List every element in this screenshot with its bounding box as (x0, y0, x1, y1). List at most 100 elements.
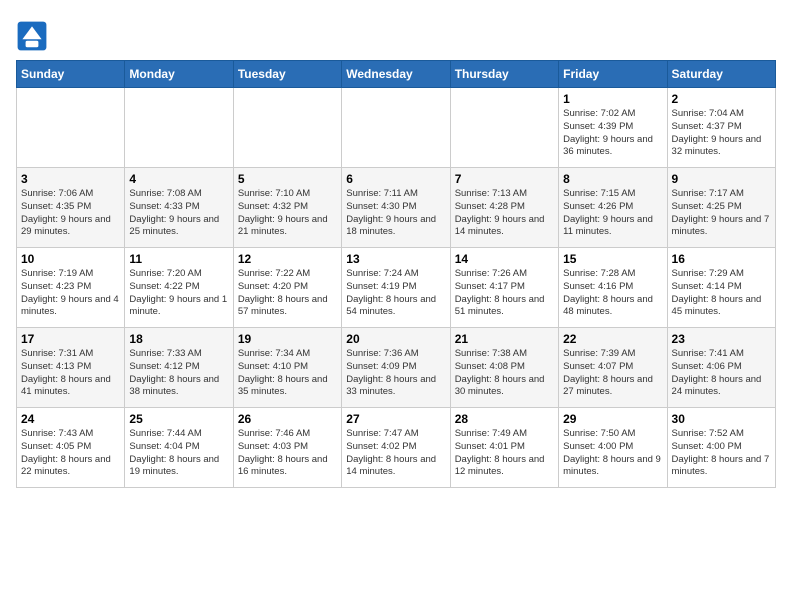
day-number: 20 (346, 332, 445, 346)
day-number: 26 (238, 412, 337, 426)
calendar-cell (17, 88, 125, 168)
calendar-cell: 10 Sunrise: 7:19 AM Sunset: 4:23 PM Dayli… (17, 248, 125, 328)
day-info: Sunrise: 7:15 AM Sunset: 4:26 PM Dayligh… (563, 188, 662, 239)
day-info: Sunrise: 7:11 AM Sunset: 4:30 PM Dayligh… (346, 188, 445, 239)
day-info: Sunrise: 7:31 AM Sunset: 4:13 PM Dayligh… (21, 348, 120, 399)
day-number: 11 (129, 252, 228, 266)
day-info: Sunrise: 7:24 AM Sunset: 4:19 PM Dayligh… (346, 268, 445, 319)
day-info: Sunrise: 7:06 AM Sunset: 4:35 PM Dayligh… (21, 188, 120, 239)
day-number: 14 (455, 252, 554, 266)
calendar-cell: 2 Sunrise: 7:04 AM Sunset: 4:37 PM Daylig… (667, 88, 775, 168)
day-info: Sunrise: 7:08 AM Sunset: 4:33 PM Dayligh… (129, 188, 228, 239)
day-info: Sunrise: 7:33 AM Sunset: 4:12 PM Dayligh… (129, 348, 228, 399)
day-number: 15 (563, 252, 662, 266)
calendar-cell: 21 Sunrise: 7:38 AM Sunset: 4:08 PM Dayli… (450, 328, 558, 408)
calendar-cell: 12 Sunrise: 7:22 AM Sunset: 4:20 PM Dayli… (233, 248, 341, 328)
day-info: Sunrise: 7:38 AM Sunset: 4:08 PM Dayligh… (455, 348, 554, 399)
calendar-cell (450, 88, 558, 168)
calendar-cell: 22 Sunrise: 7:39 AM Sunset: 4:07 PM Dayli… (559, 328, 667, 408)
weekday-header: Tuesday (233, 61, 341, 88)
day-number: 7 (455, 172, 554, 186)
calendar-cell: 8 Sunrise: 7:15 AM Sunset: 4:26 PM Daylig… (559, 168, 667, 248)
calendar-cell: 16 Sunrise: 7:29 AM Sunset: 4:14 PM Dayli… (667, 248, 775, 328)
day-info: Sunrise: 7:52 AM Sunset: 4:00 PM Dayligh… (672, 428, 771, 479)
day-number: 1 (563, 92, 662, 106)
logo (16, 20, 52, 52)
day-number: 27 (346, 412, 445, 426)
day-number: 22 (563, 332, 662, 346)
day-number: 13 (346, 252, 445, 266)
weekday-header: Thursday (450, 61, 558, 88)
day-number: 12 (238, 252, 337, 266)
day-info: Sunrise: 7:26 AM Sunset: 4:17 PM Dayligh… (455, 268, 554, 319)
calendar-cell: 25 Sunrise: 7:44 AM Sunset: 4:04 PM Dayli… (125, 408, 233, 488)
day-number: 17 (21, 332, 120, 346)
day-info: Sunrise: 7:20 AM Sunset: 4:22 PM Dayligh… (129, 268, 228, 319)
day-number: 24 (21, 412, 120, 426)
day-info: Sunrise: 7:34 AM Sunset: 4:10 PM Dayligh… (238, 348, 337, 399)
day-info: Sunrise: 7:41 AM Sunset: 4:06 PM Dayligh… (672, 348, 771, 399)
calendar-cell (233, 88, 341, 168)
day-number: 3 (21, 172, 120, 186)
day-info: Sunrise: 7:19 AM Sunset: 4:23 PM Dayligh… (21, 268, 120, 319)
calendar-cell: 9 Sunrise: 7:17 AM Sunset: 4:25 PM Daylig… (667, 168, 775, 248)
day-info: Sunrise: 7:39 AM Sunset: 4:07 PM Dayligh… (563, 348, 662, 399)
calendar-cell: 5 Sunrise: 7:10 AM Sunset: 4:32 PM Daylig… (233, 168, 341, 248)
calendar-cell: 3 Sunrise: 7:06 AM Sunset: 4:35 PM Daylig… (17, 168, 125, 248)
calendar-cell: 19 Sunrise: 7:34 AM Sunset: 4:10 PM Dayli… (233, 328, 341, 408)
day-info: Sunrise: 7:44 AM Sunset: 4:04 PM Dayligh… (129, 428, 228, 479)
weekday-header: Friday (559, 61, 667, 88)
day-number: 25 (129, 412, 228, 426)
day-number: 23 (672, 332, 771, 346)
calendar-table: SundayMondayTuesdayWednesdayThursdayFrid… (16, 60, 776, 488)
day-info: Sunrise: 7:28 AM Sunset: 4:16 PM Dayligh… (563, 268, 662, 319)
day-number: 18 (129, 332, 228, 346)
calendar-cell: 29 Sunrise: 7:50 AM Sunset: 4:00 PM Dayli… (559, 408, 667, 488)
day-number: 28 (455, 412, 554, 426)
calendar-header: SundayMondayTuesdayWednesdayThursdayFrid… (17, 61, 776, 88)
day-info: Sunrise: 7:46 AM Sunset: 4:03 PM Dayligh… (238, 428, 337, 479)
weekday-header: Wednesday (342, 61, 450, 88)
day-number: 16 (672, 252, 771, 266)
day-number: 30 (672, 412, 771, 426)
calendar-cell: 26 Sunrise: 7:46 AM Sunset: 4:03 PM Dayli… (233, 408, 341, 488)
day-number: 5 (238, 172, 337, 186)
calendar-cell: 17 Sunrise: 7:31 AM Sunset: 4:13 PM Dayli… (17, 328, 125, 408)
calendar-cell: 13 Sunrise: 7:24 AM Sunset: 4:19 PM Dayli… (342, 248, 450, 328)
day-info: Sunrise: 7:29 AM Sunset: 4:14 PM Dayligh… (672, 268, 771, 319)
day-info: Sunrise: 7:43 AM Sunset: 4:05 PM Dayligh… (21, 428, 120, 479)
day-number: 10 (21, 252, 120, 266)
calendar-cell: 15 Sunrise: 7:28 AM Sunset: 4:16 PM Dayli… (559, 248, 667, 328)
weekday-header: Monday (125, 61, 233, 88)
day-info: Sunrise: 7:49 AM Sunset: 4:01 PM Dayligh… (455, 428, 554, 479)
calendar-cell: 14 Sunrise: 7:26 AM Sunset: 4:17 PM Dayli… (450, 248, 558, 328)
header (16, 16, 776, 52)
calendar-cell: 11 Sunrise: 7:20 AM Sunset: 4:22 PM Dayli… (125, 248, 233, 328)
calendar-cell: 4 Sunrise: 7:08 AM Sunset: 4:33 PM Daylig… (125, 168, 233, 248)
day-number: 6 (346, 172, 445, 186)
day-info: Sunrise: 7:50 AM Sunset: 4:00 PM Dayligh… (563, 428, 662, 479)
calendar-cell: 7Sunrise: 7:13 AM Sunset: 4:28 PM Daylig… (450, 168, 558, 248)
day-info: Sunrise: 7:36 AM Sunset: 4:09 PM Dayligh… (346, 348, 445, 399)
day-info: Sunrise: 7:17 AM Sunset: 4:25 PM Dayligh… (672, 188, 771, 239)
day-number: 9 (672, 172, 771, 186)
day-info: Sunrise: 7:47 AM Sunset: 4:02 PM Dayligh… (346, 428, 445, 479)
day-number: 21 (455, 332, 554, 346)
day-number: 2 (672, 92, 771, 106)
day-number: 19 (238, 332, 337, 346)
calendar-cell: 20 Sunrise: 7:36 AM Sunset: 4:09 PM Dayli… (342, 328, 450, 408)
calendar-cell: 30 Sunrise: 7:52 AM Sunset: 4:00 PM Dayli… (667, 408, 775, 488)
day-info: Sunrise: 7:10 AM Sunset: 4:32 PM Dayligh… (238, 188, 337, 239)
weekday-header: Sunday (17, 61, 125, 88)
calendar-cell: 24 Sunrise: 7:43 AM Sunset: 4:05 PM Dayli… (17, 408, 125, 488)
calendar-cell: 27 Sunrise: 7:47 AM Sunset: 4:02 PM Dayli… (342, 408, 450, 488)
day-info: Sunrise: 7:22 AM Sunset: 4:20 PM Dayligh… (238, 268, 337, 319)
day-number: 29 (563, 412, 662, 426)
calendar-cell: 6 Sunrise: 7:11 AM Sunset: 4:30 PM Daylig… (342, 168, 450, 248)
weekday-header: Saturday (667, 61, 775, 88)
calendar-cell: 28 Sunrise: 7:49 AM Sunset: 4:01 PM Dayli… (450, 408, 558, 488)
day-number: 4 (129, 172, 228, 186)
calendar-cell: 23 Sunrise: 7:41 AM Sunset: 4:06 PM Dayli… (667, 328, 775, 408)
day-info: Sunrise: 7:04 AM Sunset: 4:37 PM Dayligh… (672, 108, 771, 159)
day-number: 8 (563, 172, 662, 186)
